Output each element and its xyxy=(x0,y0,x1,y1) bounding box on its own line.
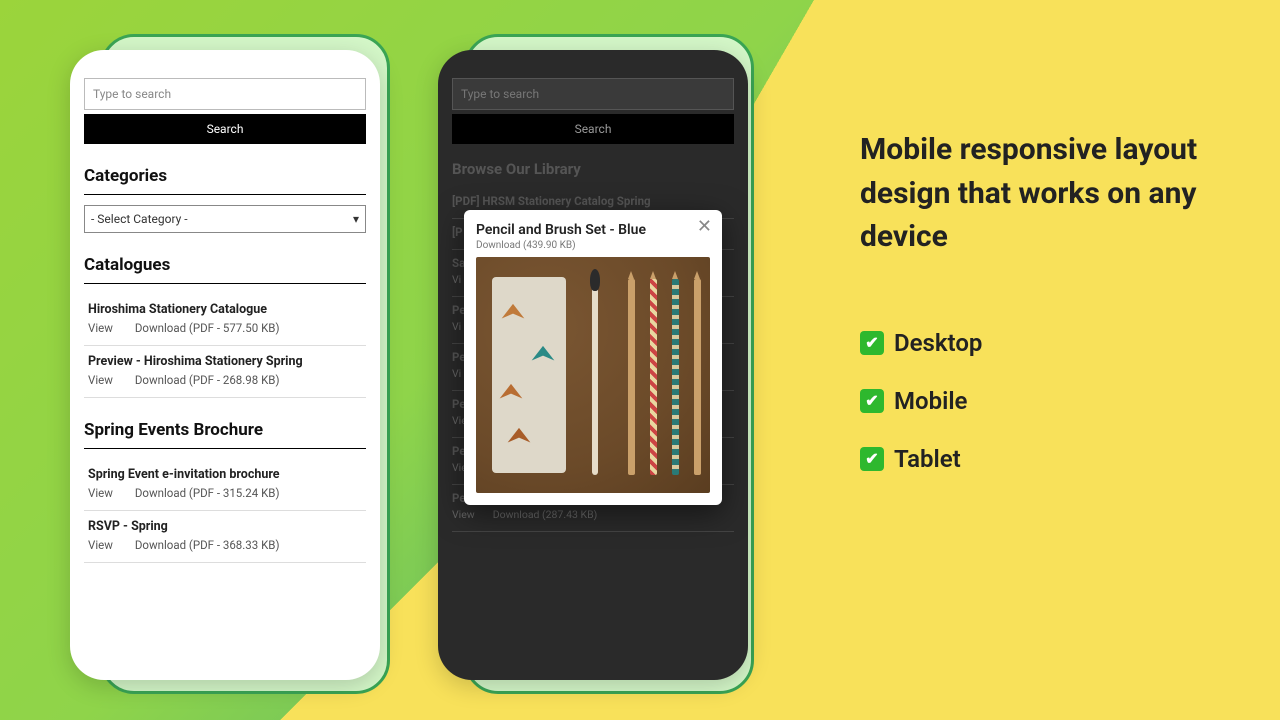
view-link[interactable]: Vi xyxy=(452,367,461,380)
search-input[interactable]: Type to search xyxy=(84,78,366,110)
feature-label: Tablet xyxy=(894,445,961,473)
search-input[interactable]: Type to search xyxy=(452,78,734,110)
download-link[interactable]: Download (287.43 KB) xyxy=(493,508,598,521)
chevron-down-icon: ▾ xyxy=(353,212,359,226)
check-icon: ✔ xyxy=(860,447,884,471)
section-heading: Catalogues xyxy=(84,255,366,275)
view-link[interactable]: View xyxy=(88,538,113,552)
marketing-copy: Mobile responsive layout design that wor… xyxy=(860,128,1220,503)
download-link[interactable]: Download (PDF - 368.33 KB) xyxy=(135,538,280,552)
headline: Mobile responsive layout design that wor… xyxy=(860,128,1220,259)
item-title: Spring Event e-invitation brochure xyxy=(88,467,362,482)
feature-item: ✔ Mobile xyxy=(860,387,1220,415)
modal-download-link[interactable]: Download (439.90 KB) xyxy=(476,240,710,251)
section-heading: Spring Events Brochure xyxy=(84,420,366,440)
category-select-placeholder: - Select Category - xyxy=(91,212,188,226)
list-item: RSVP - Spring View Download (PDF - 368.3… xyxy=(84,511,366,563)
close-icon[interactable]: ✕ xyxy=(697,218,712,236)
view-link[interactable]: View xyxy=(88,373,113,387)
pencil-graphic xyxy=(694,279,701,475)
list-item: Spring Event e-invitation brochure View … xyxy=(84,459,366,511)
download-link[interactable]: Download (PDF - 315.24 KB) xyxy=(135,486,280,500)
item-title: RSVP - Spring xyxy=(88,519,362,534)
list-item: Hiroshima Stationery Catalogue View Down… xyxy=(84,294,366,346)
item-title: Hiroshima Stationery Catalogue xyxy=(88,302,362,317)
divider xyxy=(84,194,366,195)
download-link[interactable]: Download (PDF - 268.98 KB) xyxy=(135,373,280,387)
view-link[interactable]: View xyxy=(452,508,475,521)
phone-mockup-right: Type to search Search Browse Our Library… xyxy=(438,50,748,680)
product-image xyxy=(476,257,710,493)
divider xyxy=(84,283,366,284)
feature-item: ✔ Desktop xyxy=(860,329,1220,357)
feature-label: Mobile xyxy=(894,387,967,415)
pencil-graphic xyxy=(628,279,635,475)
divider xyxy=(84,448,366,449)
view-link[interactable]: View xyxy=(88,486,113,500)
feature-item: ✔ Tablet xyxy=(860,445,1220,473)
pencil-graphic xyxy=(650,279,657,475)
check-icon: ✔ xyxy=(860,389,884,413)
list-item: Preview - Hiroshima Stationery Spring Vi… xyxy=(84,346,366,398)
item-title: [PDF] HRSM Stationery Catalog Spring xyxy=(452,194,734,208)
search-button[interactable]: Search xyxy=(452,114,734,144)
view-link[interactable]: View xyxy=(88,321,113,335)
item-title: Preview - Hiroshima Stationery Spring xyxy=(88,354,362,369)
category-select[interactable]: - Select Category - ▾ xyxy=(84,205,366,233)
download-link[interactable]: Download (PDF - 577.50 KB) xyxy=(135,321,280,335)
pencil-graphic xyxy=(672,279,679,475)
preview-modal: ✕ Pencil and Brush Set - Blue Download (… xyxy=(464,210,722,505)
categories-heading: Categories xyxy=(84,166,366,186)
library-heading: Browse Our Library xyxy=(452,160,734,178)
feature-label: Desktop xyxy=(894,329,982,357)
brush-graphic xyxy=(592,279,598,475)
modal-title: Pencil and Brush Set - Blue xyxy=(476,222,710,238)
search-button[interactable]: Search xyxy=(84,114,366,144)
check-icon: ✔ xyxy=(860,331,884,355)
phone-mockup-left: Type to search Search Categories - Selec… xyxy=(70,50,380,680)
view-link[interactable]: Vi xyxy=(452,273,461,286)
view-link[interactable]: Vi xyxy=(452,320,461,333)
